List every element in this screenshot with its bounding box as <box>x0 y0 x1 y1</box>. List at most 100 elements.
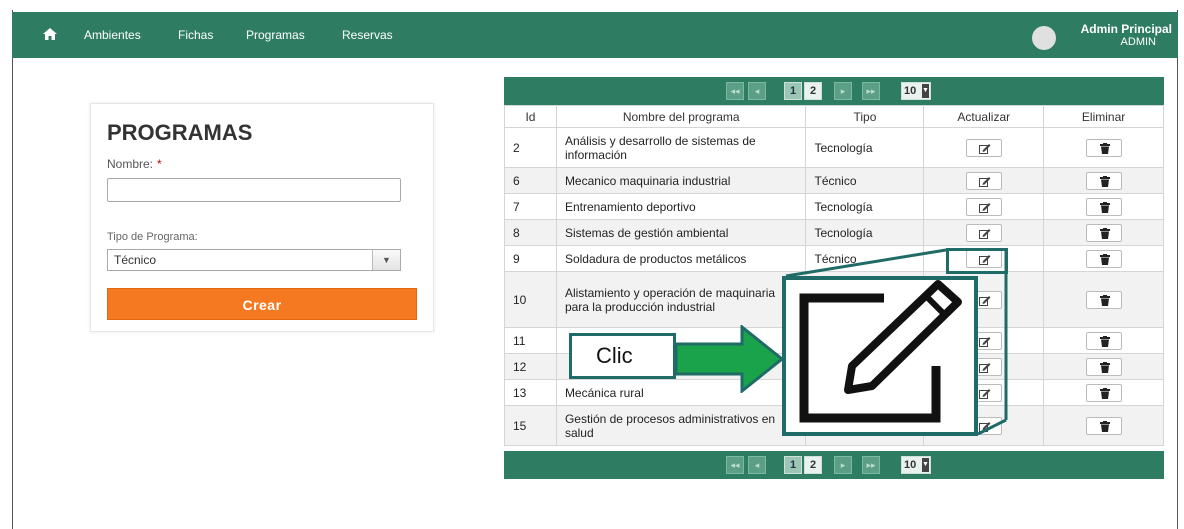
rows-per-page-select[interactable]: 10 ▼ <box>901 82 931 100</box>
program-type-select[interactable]: Técnico ▼ <box>107 249 401 271</box>
prev-page-button[interactable]: ◂ <box>748 456 766 474</box>
trash-icon <box>1099 227 1110 239</box>
cell-delete <box>1043 219 1164 246</box>
cell-id: 13 <box>504 379 557 406</box>
create-button[interactable]: Crear <box>107 288 417 320</box>
cell-id: 2 <box>504 127 557 168</box>
cell-id: 10 <box>504 271 557 328</box>
cell-type: Tecnología <box>805 127 925 168</box>
nav-reservas[interactable]: Reservas <box>342 28 393 42</box>
cell-name: Análisis y desarrollo de sistemas de inf… <box>555 127 807 168</box>
delete-button[interactable] <box>1085 290 1122 309</box>
page-1-button[interactable]: 1 <box>784 82 802 100</box>
delete-button[interactable] <box>1085 331 1122 350</box>
user-name[interactable]: Admin Principal <box>1081 22 1172 36</box>
paginator-bottom: ◂◂ ◂ 1 2 ▸ ▸▸ 10 ▼ <box>504 451 1164 479</box>
program-type-value: Técnico <box>114 253 157 267</box>
edit-icon <box>978 362 991 373</box>
cell-update <box>923 193 1045 220</box>
cell-name: Sistemas de gestión ambiental <box>555 219 807 246</box>
trash-icon <box>1099 175 1110 187</box>
last-page-button[interactable]: ▸▸ <box>862 456 880 474</box>
edit-button[interactable] <box>965 138 1002 157</box>
col-header-id[interactable]: Id <box>504 105 557 128</box>
cell-id: 7 <box>504 193 557 220</box>
cell-delete <box>1043 127 1164 168</box>
edit-icon <box>978 421 991 432</box>
home-icon[interactable] <box>42 26 58 42</box>
avatar[interactable] <box>1032 26 1056 50</box>
cell-name: Alistamiento y operación de maquinaria p… <box>555 271 807 328</box>
table-row: 9 Soldadura de productos metálicos Técnico <box>504 245 1164 272</box>
cell-id: 15 <box>504 405 557 446</box>
cell-update <box>923 219 1045 246</box>
first-page-button[interactable]: ◂◂ <box>726 456 744 474</box>
cell-type: Tecnología <box>805 219 925 246</box>
paginator-top: ◂◂ ◂ 1 2 ▸ ▸▸ 10 ▼ <box>504 77 1164 105</box>
trash-icon <box>1099 294 1110 306</box>
edit-icon <box>978 336 991 347</box>
cell-update <box>923 167 1045 194</box>
edit-button[interactable] <box>965 197 1002 216</box>
name-label: Nombre: * <box>107 157 162 171</box>
cell-id: 12 <box>504 353 557 380</box>
delete-button[interactable] <box>1085 223 1122 242</box>
first-page-button[interactable]: ◂◂ <box>726 82 744 100</box>
edit-icon <box>978 176 991 187</box>
last-page-button[interactable]: ▸▸ <box>862 82 880 100</box>
edit-button[interactable] <box>965 223 1002 242</box>
delete-button[interactable] <box>1085 138 1122 157</box>
col-header-delete: Eliminar <box>1043 105 1164 128</box>
chevron-down-icon: ▼ <box>922 84 929 98</box>
cell-name: Soldadura de productos metálicos <box>555 245 807 272</box>
edit-icon <box>978 228 991 239</box>
cell-id: 9 <box>504 245 557 272</box>
cell-type: Técnico <box>805 245 925 272</box>
next-page-button[interactable]: ▸ <box>834 456 852 474</box>
nav-ambientes[interactable]: Ambientes <box>84 28 141 42</box>
col-header-name[interactable]: Nombre del programa <box>555 105 807 128</box>
page-2-button[interactable]: 2 <box>804 456 822 474</box>
delete-button[interactable] <box>1085 357 1122 376</box>
edit-button[interactable] <box>965 171 1002 190</box>
edit-icon <box>978 143 991 154</box>
delete-button[interactable] <box>1085 383 1122 402</box>
cell-id: 11 <box>504 327 557 354</box>
delete-button[interactable] <box>1085 171 1122 190</box>
page-1-button[interactable]: 1 <box>784 456 802 474</box>
program-type-label: Tipo de Programa: <box>107 231 198 243</box>
rows-per-page-value: 10 <box>904 85 917 97</box>
page-2-button[interactable]: 2 <box>804 82 822 100</box>
edit-icon <box>799 280 962 423</box>
cell-delete <box>1043 379 1164 406</box>
cell-delete <box>1043 327 1164 354</box>
trash-icon <box>1099 420 1110 432</box>
col-header-type[interactable]: Tipo <box>805 105 925 128</box>
page-title: PROGRAMAS <box>107 120 253 145</box>
edit-icon-callout <box>782 276 978 436</box>
delete-button[interactable] <box>1085 197 1122 216</box>
chevron-down-icon[interactable]: ▼ <box>372 250 400 270</box>
table-row: 2 Análisis y desarrollo de sistemas de in… <box>504 127 1164 168</box>
prev-page-button[interactable]: ◂ <box>748 82 766 100</box>
top-navbar: Ambientes Fichas Programas Reservas Admi… <box>12 12 1178 58</box>
cell-delete <box>1043 245 1164 272</box>
required-mark: * <box>157 157 162 171</box>
edit-icon <box>978 295 991 306</box>
nav-programas[interactable]: Programas <box>246 28 305 42</box>
nav-fichas[interactable]: Fichas <box>178 28 213 42</box>
rows-per-page-select[interactable]: 10 ▼ <box>901 456 931 474</box>
table-row: 6 Mecanico maquinaria industrial Técnico <box>504 167 1164 194</box>
rows-per-page-value: 10 <box>904 459 917 471</box>
program-form-panel: PROGRAMAS Nombre: * Tipo de Programa: Téc… <box>90 103 434 332</box>
edit-icon <box>978 388 991 399</box>
trash-icon <box>1099 387 1110 399</box>
col-header-update: Actualizar <box>923 105 1045 128</box>
next-page-button[interactable]: ▸ <box>834 82 852 100</box>
table-row: 7 Entrenamiento deportivo Tecnología <box>504 193 1164 220</box>
delete-button[interactable] <box>1085 416 1122 435</box>
delete-button[interactable] <box>1085 249 1122 268</box>
name-input[interactable] <box>107 178 401 202</box>
name-label-text: Nombre: <box>107 157 154 171</box>
trash-icon <box>1099 201 1110 213</box>
